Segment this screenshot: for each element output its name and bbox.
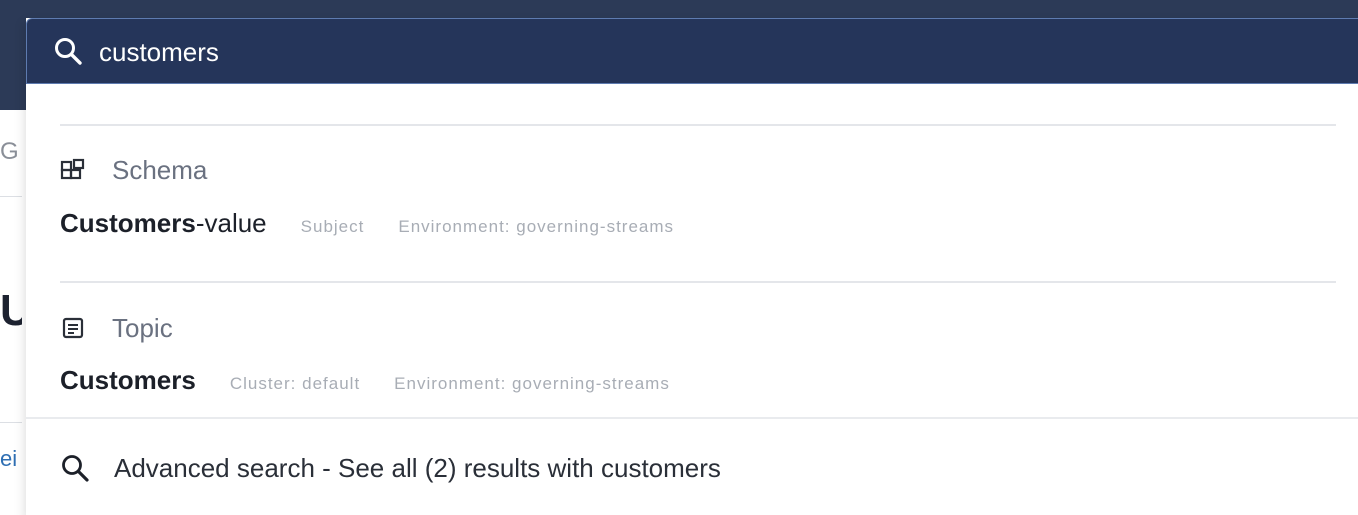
result-cluster-label: Cluster: default bbox=[229, 374, 361, 393]
result-item-topic-customers[interactable]: Customers Cluster: default Environment: … bbox=[60, 365, 670, 405]
background-text-fragment: G bbox=[0, 138, 19, 165]
search-dropdown: Schema Customers-value Subject Environme… bbox=[26, 18, 1358, 515]
result-type-label: Subject bbox=[300, 217, 365, 236]
background-heading-fragment: U bbox=[0, 286, 22, 335]
background-link-fragment: ei bbox=[0, 446, 18, 471]
result-environment-label: Environment: governing-streams bbox=[394, 374, 670, 393]
result-name-match: Customers bbox=[60, 365, 196, 395]
page: G U ei Schema Customers-value Subject bbox=[0, 0, 1358, 515]
divider bbox=[26, 417, 1358, 419]
result-name-rest: -value bbox=[195, 208, 267, 238]
topic-document-icon bbox=[62, 317, 84, 339]
search-bar[interactable] bbox=[26, 18, 1358, 84]
search-icon bbox=[55, 38, 82, 65]
search-icon bbox=[62, 455, 89, 482]
section-header-topic: Topic bbox=[60, 310, 173, 346]
divider bbox=[60, 281, 1336, 283]
advanced-search-label: Advanced search - See all (2) results wi… bbox=[114, 452, 721, 483]
result-item-schema-customers-value[interactable]: Customers-value Subject Environment: gov… bbox=[60, 208, 674, 248]
result-environment-label: Environment: governing-streams bbox=[398, 217, 675, 236]
result-name-match: Customers bbox=[60, 208, 196, 238]
section-header-schema: Schema bbox=[60, 152, 207, 188]
search-input[interactable] bbox=[99, 33, 1299, 71]
result-name: Customers-value bbox=[60, 208, 267, 239]
advanced-search-link[interactable]: Advanced search - See all (2) results wi… bbox=[60, 448, 721, 488]
background-divider bbox=[0, 422, 22, 423]
section-title: Schema bbox=[112, 154, 208, 185]
background-divider bbox=[0, 196, 22, 197]
schema-grid-icon bbox=[60, 158, 85, 180]
result-name: Customers bbox=[60, 365, 196, 396]
section-title: Topic bbox=[112, 312, 173, 343]
divider bbox=[60, 124, 1336, 126]
